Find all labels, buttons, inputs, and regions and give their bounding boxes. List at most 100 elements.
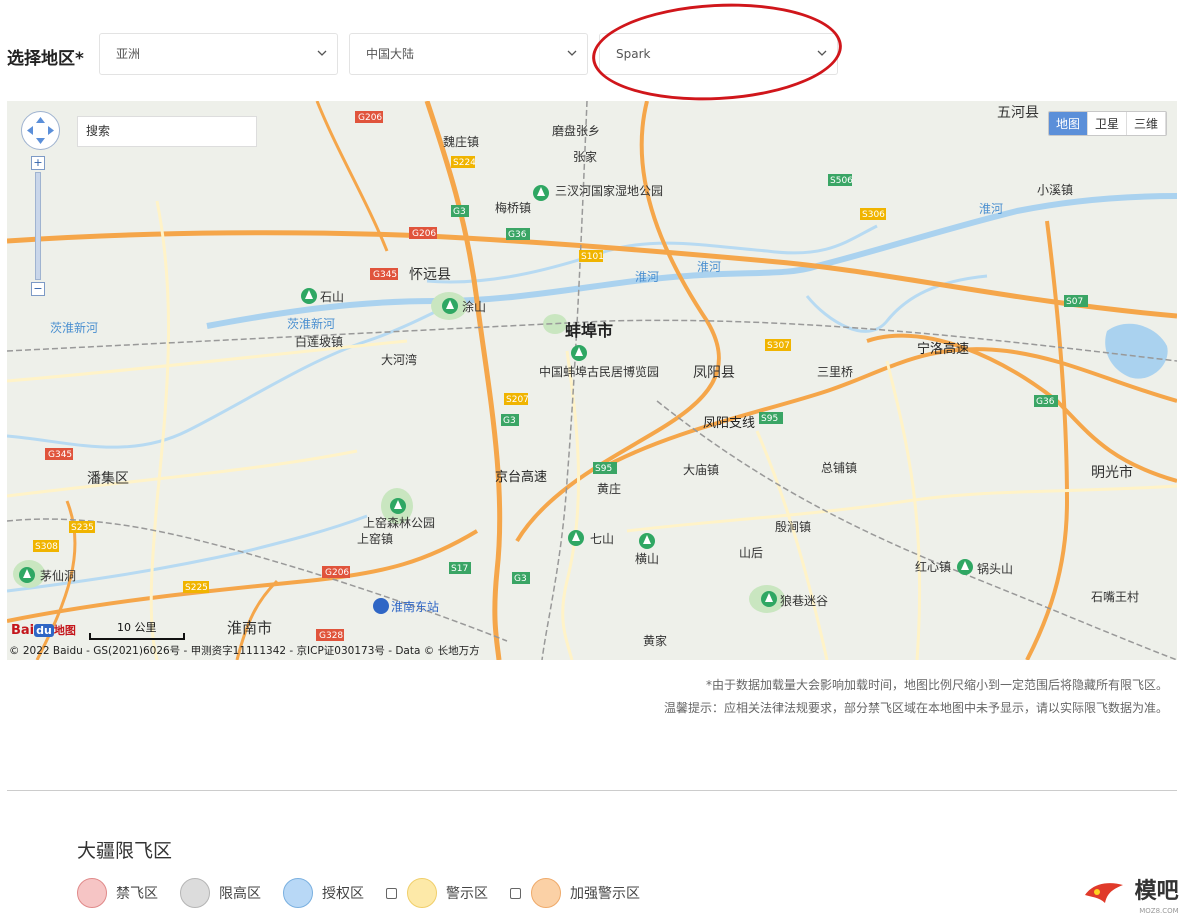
road-shield: S307 [765, 339, 791, 351]
poi-label: 茅仙洞 [40, 569, 76, 583]
park-pin-icon[interactable] [957, 559, 973, 575]
svg-text:G206: G206 [412, 229, 436, 239]
road-shield: S95 [593, 462, 617, 474]
warning-checkbox[interactable] [386, 887, 397, 899]
pan-arrows-icon[interactable] [22, 112, 59, 149]
road-shield: S07 [1064, 295, 1088, 307]
train-station-icon[interactable] [373, 598, 389, 614]
road [626, 484, 1177, 533]
continent-select-value: 亚洲 [116, 47, 141, 61]
road-shield: S17 [449, 562, 471, 574]
city-label: 淮南市 [227, 619, 272, 637]
city-label: 潘集区 [87, 470, 129, 487]
road-shield: S308 [33, 540, 59, 552]
zoom-slider[interactable] [35, 172, 41, 280]
annotation-circle [589, 0, 845, 107]
zoom-in-button[interactable]: + [31, 156, 45, 170]
road-label: 宁洛高速 [917, 341, 969, 357]
poi-label: 横山 [635, 552, 659, 566]
continent-select[interactable]: 亚洲 [99, 33, 338, 75]
road [149, 200, 171, 660]
park-pin-icon[interactable] [639, 533, 655, 549]
river-label: 淮河 [979, 202, 1003, 216]
authorization-swatch [283, 878, 313, 908]
watermark-sub: MOZ8.COM [1139, 907, 1179, 915]
note-legal: 温馨提示：应相关法律法规要求，部分禁飞区域在本地图中未予显示，请以实际限飞数据为… [663, 701, 1168, 715]
map-search-input[interactable]: 搜索 [77, 116, 257, 147]
park-pin-icon[interactable] [19, 567, 35, 583]
road-shield: S224 [451, 156, 476, 168]
city-label: 明光市 [1091, 464, 1133, 481]
river-label: 茨淮新河 [50, 320, 98, 335]
map-type-map[interactable]: 地图 [1048, 112, 1088, 135]
park-pin-icon[interactable] [568, 530, 584, 546]
road-shield: G206 [322, 566, 350, 578]
svg-text:G206: G206 [325, 568, 349, 578]
road-shield: G345 [45, 448, 73, 460]
place-label: 大河湾 [381, 352, 417, 367]
place-label: 黄家 [643, 633, 667, 648]
road [755, 430, 829, 660]
road-shield: S306 [860, 208, 886, 220]
no-fly-swatch [77, 878, 107, 908]
park-pin-icon[interactable] [390, 498, 406, 514]
country-select[interactable]: 中国大陆 [349, 33, 588, 75]
legend-label: 加强警示区 [570, 886, 640, 902]
svg-text:S17: S17 [451, 564, 468, 574]
highway [7, 230, 1177, 319]
enhanced-warning-checkbox[interactable] [510, 887, 521, 899]
watermark-text: 模吧 [1134, 879, 1179, 904]
park-pin-icon[interactable] [442, 298, 458, 314]
road-shield: G36 [1034, 395, 1058, 407]
place-label: 上窑镇 [357, 531, 393, 546]
map-type-switch[interactable]: 地图 卫星 三维 [1047, 111, 1167, 136]
pan-control[interactable] [21, 111, 60, 150]
zoom-control[interactable]: + − [31, 156, 45, 296]
map-canvas[interactable]: 蚌埠市 怀远县 凤阳县 淮南市 明光市 五河县 潘集区 涂山 石山 七山 横山 … [7, 101, 1177, 660]
park-pin-icon[interactable] [301, 288, 317, 304]
bird-logo-icon [1085, 883, 1123, 903]
road-shield: S225 [183, 581, 209, 593]
site-watermark: 模吧 MOZ8.COM [1083, 873, 1179, 915]
map-view[interactable]: 蚌埠市 怀远县 凤阳县 淮南市 明光市 五河县 潘集区 涂山 石山 七山 横山 … [7, 101, 1177, 660]
road-shield: G36 [506, 228, 530, 240]
park-pin-icon[interactable] [533, 185, 549, 201]
place-label: 梅桥镇 [495, 200, 531, 215]
place-label: 山后 [739, 546, 763, 560]
road [561, 350, 581, 660]
legend-item-enhanced-warning[interactable]: 加强警示区 [510, 878, 640, 908]
river-label: 淮河 [635, 270, 659, 284]
place-label: 白莲坡镇 [295, 334, 343, 349]
park-pin-icon[interactable] [761, 591, 777, 607]
place-label: 总铺镇 [821, 461, 857, 475]
legend-item-warning[interactable]: 警示区 [386, 878, 488, 908]
lake [1105, 323, 1168, 379]
scale-label: 10 公里 [117, 621, 157, 634]
poi-label: 涂山 [462, 299, 486, 314]
map-type-3d[interactable]: 三维 [1126, 112, 1166, 135]
road-shield: G3 [451, 205, 469, 217]
svg-text:G206: G206 [358, 113, 382, 123]
svg-text:S308: S308 [35, 542, 58, 552]
road [7, 339, 408, 383]
map-type-satellite[interactable]: 卫星 [1087, 112, 1127, 135]
legend: 禁飞区 限高区 授权区 警示区 加强警示区 [77, 878, 662, 908]
park-pin-icon[interactable] [571, 345, 587, 361]
river-bend [805, 274, 988, 333]
huai-river [206, 193, 1177, 329]
zoom-out-button[interactable]: − [31, 282, 45, 296]
legend-item-altitude: 限高区 [180, 878, 261, 908]
svg-text:G36: G36 [508, 230, 527, 240]
place-label: 大庙镇 [683, 463, 719, 477]
poi-label: 石山 [320, 290, 344, 304]
svg-text:S307: S307 [767, 341, 790, 351]
place-label: 殷涧镇 [775, 520, 811, 534]
city-label: 五河县 [997, 105, 1039, 121]
svg-text:G3: G3 [514, 574, 527, 584]
poi-label: 锅头山 [977, 561, 1013, 576]
place-label: 黄庄 [597, 481, 621, 496]
road-shield: S235 [69, 521, 95, 533]
road-shield: G328 [316, 629, 344, 641]
map-copyright: © 2022 Baidu - GS(2021)6026号 - 甲测资字11111… [9, 645, 480, 657]
altitude-swatch [180, 878, 210, 908]
